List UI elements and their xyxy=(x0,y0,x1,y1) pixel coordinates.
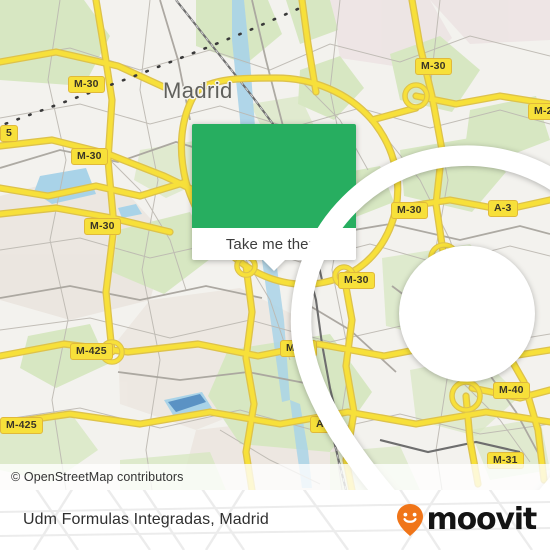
map-attribution: © OpenStreetMap contributors xyxy=(0,464,550,490)
road-shield: M-30 xyxy=(84,218,121,235)
road-shield: M-30 xyxy=(68,76,105,93)
location-title: Udm Formulas Integradas, Madrid xyxy=(23,511,269,528)
road-shield: M-425 xyxy=(0,417,43,434)
road-shield: M-30 xyxy=(71,148,108,165)
moovit-logo[interactable]: moovit xyxy=(395,502,538,537)
take-me-there-callout[interactable]: Take me there xyxy=(192,124,550,490)
road-shield: M-30 xyxy=(415,58,452,75)
callout-icon-area xyxy=(192,124,550,490)
footer-bar: Udm Formulas Integradas, Madrid moovit xyxy=(0,490,550,550)
moovit-wordmark: moovit xyxy=(426,502,538,537)
road-shield: M-2 xyxy=(528,103,550,120)
map-canvas[interactable]: 5 M-30 M-30 M-30 M-30 M-30 M-2 A-3 M-30 … xyxy=(0,0,550,490)
callout-tail xyxy=(263,260,285,271)
map-pin-icon xyxy=(290,145,550,490)
city-label-madrid: Madrid xyxy=(163,78,233,103)
map-page: 5 M-30 M-30 M-30 M-30 M-30 M-2 A-3 M-30 … xyxy=(0,0,550,550)
road-shield: 5 xyxy=(0,125,19,142)
moovit-smiley-pin-icon xyxy=(396,504,423,536)
attribution-text: © OpenStreetMap contributors xyxy=(11,470,184,484)
road-shield: M-425 xyxy=(70,343,113,360)
